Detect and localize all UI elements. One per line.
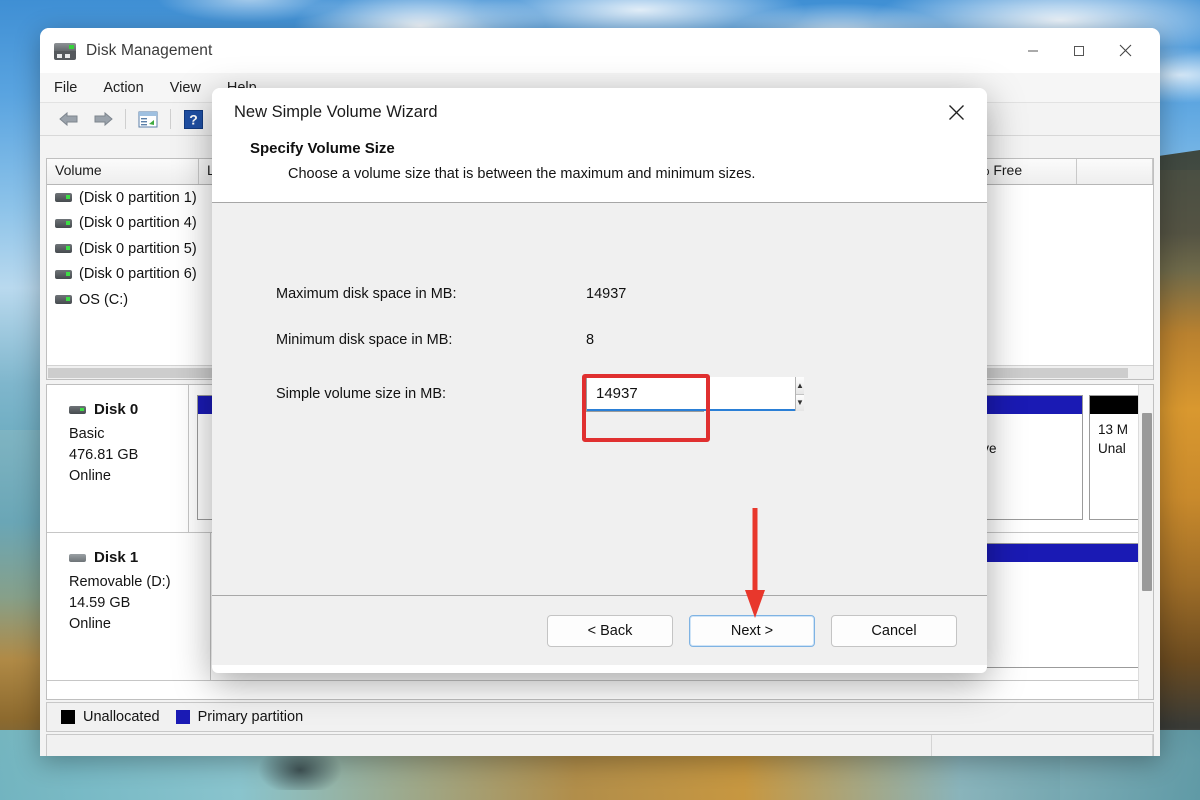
partition-size: 13 M bbox=[1098, 422, 1129, 437]
disk-type: Basic bbox=[69, 426, 105, 442]
close-button[interactable] bbox=[1102, 28, 1148, 73]
legend-swatch-unallocated bbox=[61, 710, 75, 724]
legend-swatch-primary bbox=[175, 710, 190, 724]
disk-status: Online bbox=[69, 468, 111, 484]
menu-item-action[interactable]: Action bbox=[103, 80, 143, 96]
window-title: Disk Management bbox=[86, 41, 213, 59]
back-button[interactable]: < Back bbox=[547, 614, 673, 647]
cell-volume: (Disk 0 partition 1) bbox=[79, 189, 197, 206]
legend: Unallocated Primary partition bbox=[46, 702, 1154, 732]
disk-info-0: Disk 0 Basic 476.81 GB Online bbox=[47, 385, 189, 532]
window-controls bbox=[1010, 28, 1160, 73]
disk-type: Removable (D:) bbox=[69, 574, 171, 590]
column-header-volume[interactable]: Volume bbox=[47, 159, 199, 184]
toolbar-separator-1 bbox=[125, 109, 126, 129]
menu-item-view[interactable]: View bbox=[170, 80, 201, 96]
forward-arrow-icon[interactable] bbox=[86, 105, 120, 133]
cell-volume: (Disk 0 partition 4) bbox=[79, 215, 197, 232]
status-bar bbox=[46, 734, 1154, 756]
disk-drive-icon bbox=[54, 42, 76, 60]
menu-item-file[interactable]: File bbox=[54, 80, 77, 96]
next-button[interactable]: Next > bbox=[689, 614, 815, 647]
drive-icon bbox=[55, 269, 72, 279]
wizard-header: Specify Volume Size Choose a volume size… bbox=[212, 136, 987, 203]
disk-info-1: Disk 1 Removable (D:) 14.59 GB Online bbox=[47, 533, 211, 680]
wizard-title: New Simple Volume Wizard bbox=[234, 102, 438, 121]
wizard-subheading: Choose a volume size that is between the… bbox=[288, 166, 756, 182]
legend-label-unallocated: Unallocated bbox=[83, 709, 160, 725]
disk-name: Disk 1 bbox=[94, 549, 139, 566]
wizard-body: Maximum disk space in MB: 14937 Minimum … bbox=[212, 203, 987, 595]
disk-capacity: 14.59 GB bbox=[69, 595, 131, 611]
minimize-button[interactable] bbox=[1010, 28, 1056, 73]
drive-icon bbox=[55, 193, 72, 203]
field-row-minimum: Minimum disk space in MB: 8 bbox=[276, 317, 987, 363]
field-row-maximum: Maximum disk space in MB: 14937 bbox=[276, 271, 987, 317]
field-row-simple-volume-size: Simple volume size in MB: ▲ ▼ bbox=[276, 371, 987, 417]
partition-bar bbox=[1090, 396, 1144, 414]
label-minimum-disk-space: Minimum disk space in MB: bbox=[276, 332, 453, 348]
maximize-button[interactable] bbox=[1056, 28, 1102, 73]
partition-block-unallocated[interactable]: 13 M Unal bbox=[1089, 395, 1145, 520]
wizard-close-icon[interactable] bbox=[939, 96, 973, 128]
volume-size-spinner[interactable]: ▲ ▼ bbox=[586, 376, 804, 412]
cell-volume: (Disk 0 partition 5) bbox=[79, 240, 197, 257]
disk-icon bbox=[69, 553, 86, 562]
disk-name: Disk 0 bbox=[94, 401, 139, 418]
toolbar-separator-2 bbox=[170, 109, 171, 129]
drive-icon bbox=[55, 244, 72, 254]
value-maximum-disk-space: 14937 bbox=[586, 286, 627, 302]
wizard-titlebar: New Simple Volume Wizard bbox=[212, 88, 987, 136]
column-header-extra[interactable] bbox=[1077, 159, 1153, 184]
drive-icon bbox=[55, 218, 72, 228]
properties-icon[interactable] bbox=[131, 105, 165, 133]
annotation-arrow bbox=[745, 508, 765, 618]
back-arrow-icon[interactable] bbox=[52, 105, 86, 133]
drive-icon bbox=[55, 295, 72, 305]
disk-view-vertical-scrollbar[interactable] bbox=[1138, 385, 1153, 699]
legend-label-primary: Primary partition bbox=[197, 709, 304, 725]
wizard-heading: Specify Volume Size bbox=[250, 140, 395, 157]
volume-size-input[interactable] bbox=[587, 377, 795, 411]
help-icon[interactable]: ? bbox=[176, 105, 210, 133]
cell-volume: OS (C:) bbox=[79, 291, 129, 308]
new-simple-volume-wizard-dialog: New Simple Volume Wizard Specify Volume … bbox=[212, 88, 987, 673]
partition-status: Unal bbox=[1098, 441, 1126, 456]
cell-volume: (Disk 0 partition 6) bbox=[79, 266, 197, 283]
wizard-footer: < Back Next > Cancel bbox=[212, 595, 987, 665]
scrollbar-thumb[interactable] bbox=[1142, 413, 1152, 591]
window-titlebar: Disk Management bbox=[40, 28, 1160, 73]
spinner-up-button[interactable]: ▲ bbox=[796, 377, 804, 394]
spinner-buttons: ▲ ▼ bbox=[795, 377, 804, 411]
spinner-down-button[interactable]: ▼ bbox=[796, 393, 804, 411]
disk-capacity: 476.81 GB bbox=[69, 447, 139, 463]
value-minimum-disk-space: 8 bbox=[586, 332, 595, 348]
label-maximum-disk-space: Maximum disk space in MB: bbox=[276, 286, 457, 302]
label-simple-volume-size: Simple volume size in MB: bbox=[276, 386, 447, 402]
svg-text:?: ? bbox=[189, 111, 198, 127]
cancel-button[interactable]: Cancel bbox=[831, 614, 957, 647]
disk-status: Online bbox=[69, 616, 111, 632]
disk-icon bbox=[69, 405, 86, 414]
